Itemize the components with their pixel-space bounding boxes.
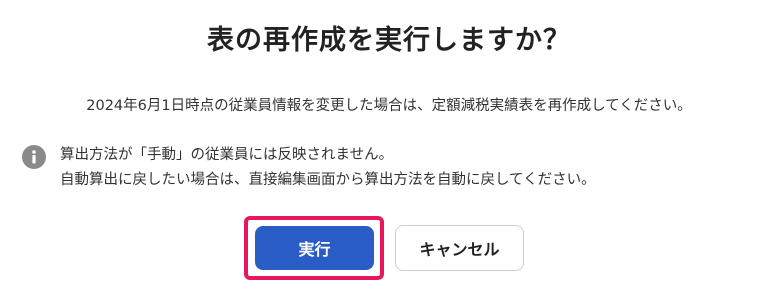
- notice-text: 算出方法が「手動」の従業員には反映されません。 自動算出に戻したい場合は、直接編…: [60, 143, 596, 193]
- recreate-table-dialog: 表の再作成を実行しますか？ 2024年6月1日時点の従業員情報を変更した場合は、…: [0, 0, 778, 292]
- dialog-title: 表の再作成を実行しますか？: [207, 25, 571, 56]
- cancel-button[interactable]: キャンセル: [395, 225, 524, 271]
- info-icon: [22, 145, 46, 169]
- dialog-message: 2024年6月1日時点の従業員情報を変更した場合は、定額減税実績表を再作成してく…: [86, 98, 692, 114]
- notice-line-1: 算出方法が「手動」の従業員には反映されません。: [60, 147, 394, 163]
- execute-button[interactable]: 実行: [255, 226, 374, 270]
- notice-line-2: 自動算出に戻したい場合は、直接編集画面から算出方法を自動に戻してください。: [60, 172, 596, 188]
